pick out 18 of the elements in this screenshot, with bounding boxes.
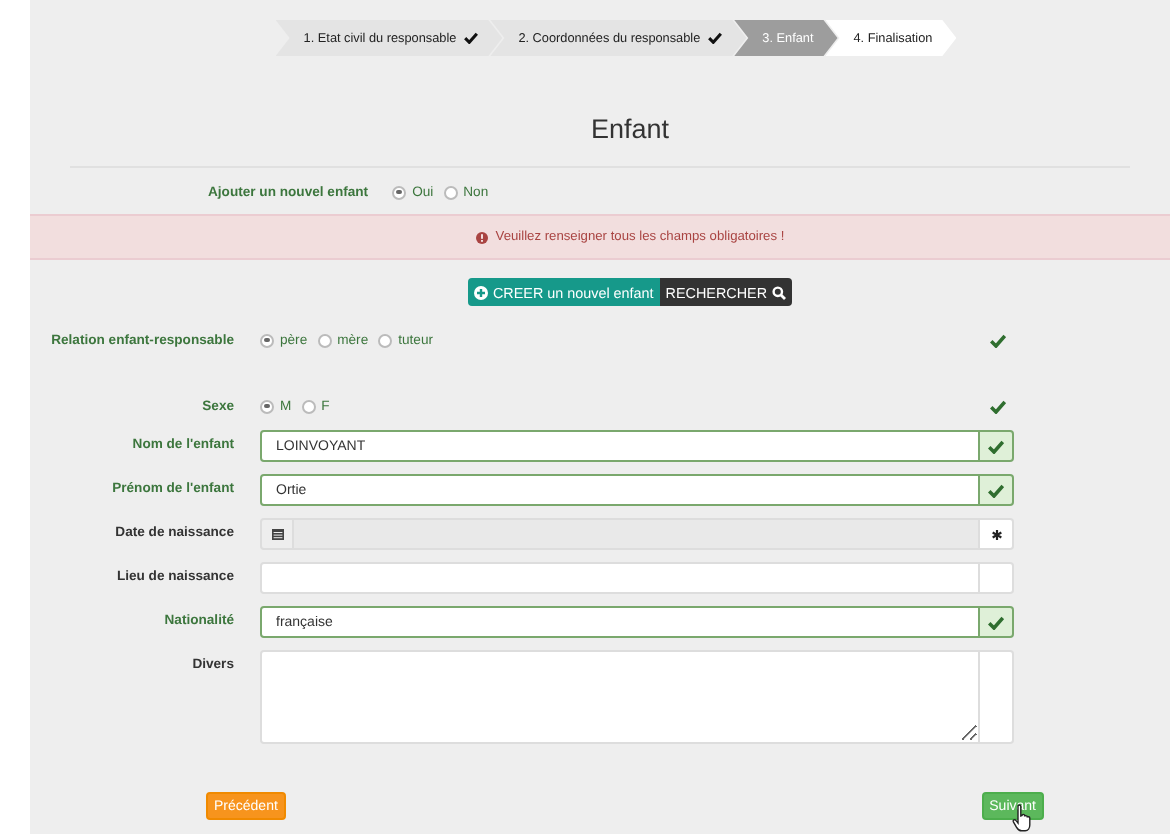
page-title: Enfant [590, 114, 670, 144]
check-icon [988, 615, 1004, 629]
check-icon [989, 399, 1005, 413]
check-icon [464, 32, 479, 44]
text-area[interactable] [260, 650, 980, 744]
check-icon [989, 333, 1005, 347]
calendar-icon [271, 528, 283, 540]
check-icon [708, 32, 723, 44]
plus-icon [474, 285, 489, 299]
asterisk-icon [991, 529, 1001, 539]
text-field[interactable] [260, 562, 980, 594]
check-icon [988, 483, 1004, 497]
calendar-button[interactable] [260, 518, 294, 550]
alert-icon [475, 231, 488, 243]
field-addon [980, 562, 1014, 594]
check-icon [988, 439, 1004, 453]
search-icon [771, 285, 786, 299]
field-addon [980, 650, 1014, 744]
